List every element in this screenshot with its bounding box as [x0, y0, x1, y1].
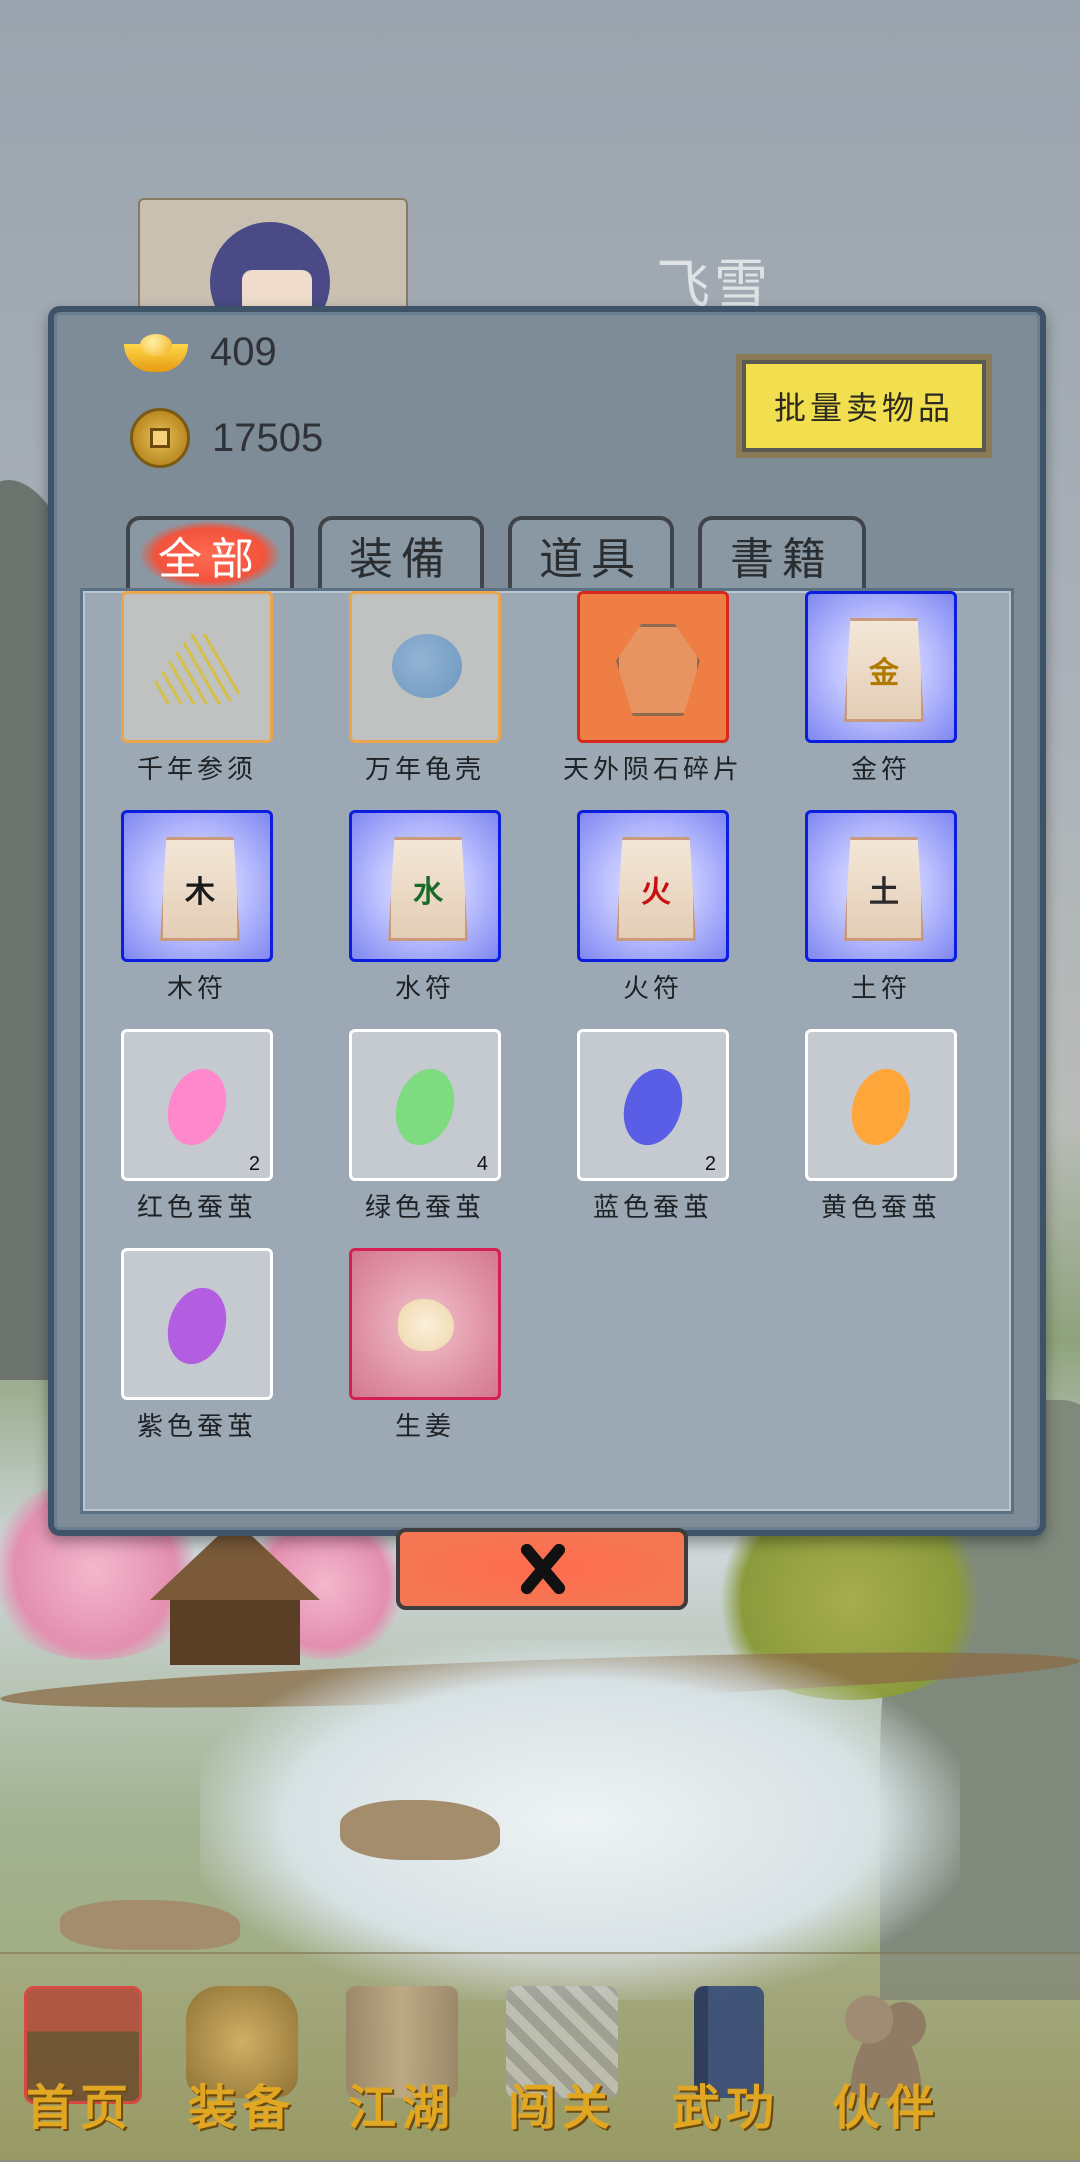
inventory-item[interactable]: 水水符 — [349, 810, 501, 1005]
inventory-item[interactable]: 2 红色蚕茧 — [121, 1029, 273, 1224]
category-tabs: 全部 装備 道具 書籍 — [126, 516, 866, 590]
item-name: 黄色蚕茧 — [820, 1193, 941, 1223]
item-slot — [349, 1248, 501, 1400]
item-slot — [577, 591, 729, 743]
rock — [340, 1800, 500, 1860]
nav-partners[interactable]: 伙伴 — [806, 1986, 966, 2136]
tab-label: 書籍 — [730, 534, 834, 585]
item-slot: 木 — [121, 810, 273, 962]
ingot-count: 409 — [210, 330, 277, 374]
cocoon-icon — [158, 1061, 236, 1153]
bulk-sell-button[interactable]: 批量卖物品 — [736, 354, 992, 458]
item-count: 2 — [248, 1153, 260, 1175]
river — [200, 1640, 960, 2000]
nav-label: 伙伴 — [831, 2080, 940, 2136]
item-name: 天外陨石碎片 — [563, 755, 744, 785]
ginger-icon — [398, 1299, 454, 1351]
meteorite-fragment-icon — [616, 624, 700, 716]
tab-equipment[interactable]: 装備 — [318, 516, 484, 590]
inventory-item[interactable]: 万年龟壳 — [349, 591, 501, 786]
item-grid: 千年参须 万年龟壳 天外陨石碎片金金符木木符水水符火火符土土符 2 红色蚕茧 4 绿色蚕茧 2… — [121, 591, 957, 1443]
item-name: 万年龟壳 — [364, 755, 485, 785]
nav-home[interactable]: 首页 — [0, 1986, 160, 2136]
talisman-icon: 金 — [844, 618, 924, 722]
talisman-icon: 火 — [616, 837, 696, 941]
item-count: 4 — [476, 1153, 488, 1175]
item-name: 蓝色蚕茧 — [592, 1193, 713, 1223]
player-avatar — [138, 198, 408, 322]
item-name: 红色蚕茧 — [136, 1193, 257, 1223]
tab-label: 道具 — [539, 534, 643, 585]
inventory-item[interactable]: 4 绿色蚕茧 — [349, 1029, 501, 1224]
item-name: 水符 — [394, 974, 455, 1004]
nav-label: 闯关 — [507, 2080, 616, 2136]
ginseng-icon — [154, 634, 244, 704]
item-slot — [349, 591, 501, 743]
gold-ingot-icon — [124, 333, 188, 372]
item-slot — [121, 1248, 273, 1400]
tab-props[interactable]: 道具 — [508, 516, 674, 590]
item-grid-area: 千年参须 万年龟壳 天外陨石碎片金金符木木符水水符火火符土土符 2 红色蚕茧 4 绿色蚕茧 2… — [80, 588, 1014, 1514]
tab-label: 装備 — [349, 534, 453, 585]
tab-books[interactable]: 書籍 — [698, 516, 866, 590]
item-name: 生姜 — [394, 1412, 455, 1442]
cocoon-icon — [614, 1061, 692, 1153]
nav-label: 武功 — [671, 2080, 780, 2136]
item-slot: 2 — [577, 1029, 729, 1181]
nav-equipment[interactable]: 装备 — [162, 1986, 322, 2136]
inventory-item[interactable]: 千年参须 — [121, 591, 273, 786]
inventory-item[interactable]: 黄色蚕茧 — [805, 1029, 957, 1224]
bottom-nav: 首页 装备 江湖 闯关 武功 伙伴 — [0, 1952, 1080, 2162]
nav-label: 装备 — [187, 2080, 296, 2136]
nav-jianghu[interactable]: 江湖 — [322, 1986, 482, 2136]
item-name: 土符 — [850, 974, 911, 1004]
cocoon-icon — [158, 1280, 236, 1372]
tab-all[interactable]: 全部 — [126, 516, 294, 590]
item-name: 绿色蚕茧 — [364, 1193, 485, 1223]
item-slot: 金 — [805, 591, 957, 743]
cocoon-icon — [386, 1061, 464, 1153]
item-name: 木符 — [166, 974, 227, 1004]
item-slot — [121, 591, 273, 743]
item-name: 紫色蚕茧 — [136, 1412, 257, 1442]
inventory-item[interactable]: 土土符 — [805, 810, 957, 1005]
coin-balance: 17505 — [130, 408, 323, 468]
nav-martial-arts[interactable]: 武功 — [646, 1986, 806, 2136]
item-name: 火符 — [622, 974, 683, 1004]
nav-challenge[interactable]: 闯关 — [482, 1986, 642, 2136]
item-slot — [805, 1029, 957, 1181]
inventory-item[interactable]: 木木符 — [121, 810, 273, 1005]
rock — [60, 1900, 240, 1950]
item-slot: 火 — [577, 810, 729, 962]
item-name: 千年参须 — [136, 755, 257, 785]
inventory-item[interactable]: 紫色蚕茧 — [121, 1248, 273, 1443]
item-slot: 水 — [349, 810, 501, 962]
coin-count: 17505 — [212, 415, 324, 460]
cocoon-icon — [842, 1061, 920, 1153]
turtle-shell-icon — [392, 634, 462, 698]
item-count: 2 — [704, 1153, 716, 1175]
inventory-panel: 409 17505 批量卖物品 全部 装備 道具 書籍 千年参须 万年龟壳 天外陨石… — [48, 306, 1046, 1536]
talisman-icon: 水 — [388, 837, 468, 941]
nav-label: 江湖 — [347, 2080, 456, 2136]
inventory-item[interactable]: 金金符 — [805, 591, 957, 786]
close-button[interactable] — [396, 1528, 688, 1610]
nav-label: 首页 — [25, 2080, 134, 2136]
copper-coin-icon — [130, 408, 190, 468]
talisman-icon: 土 — [844, 837, 924, 941]
item-slot: 2 — [121, 1029, 273, 1181]
inventory-item[interactable]: 天外陨石碎片 — [563, 591, 739, 786]
talisman-icon: 木 — [160, 837, 240, 941]
inventory-item[interactable]: 生姜 — [349, 1248, 501, 1443]
inventory-item[interactable]: 火火符 — [577, 810, 729, 1005]
tab-label: 全部 — [140, 521, 280, 589]
ingot-balance: 409 — [124, 330, 277, 375]
close-icon — [515, 1542, 569, 1596]
item-name: 金符 — [850, 755, 911, 785]
inventory-item[interactable]: 2 蓝色蚕茧 — [577, 1029, 729, 1224]
item-slot: 土 — [805, 810, 957, 962]
item-slot: 4 — [349, 1029, 501, 1181]
